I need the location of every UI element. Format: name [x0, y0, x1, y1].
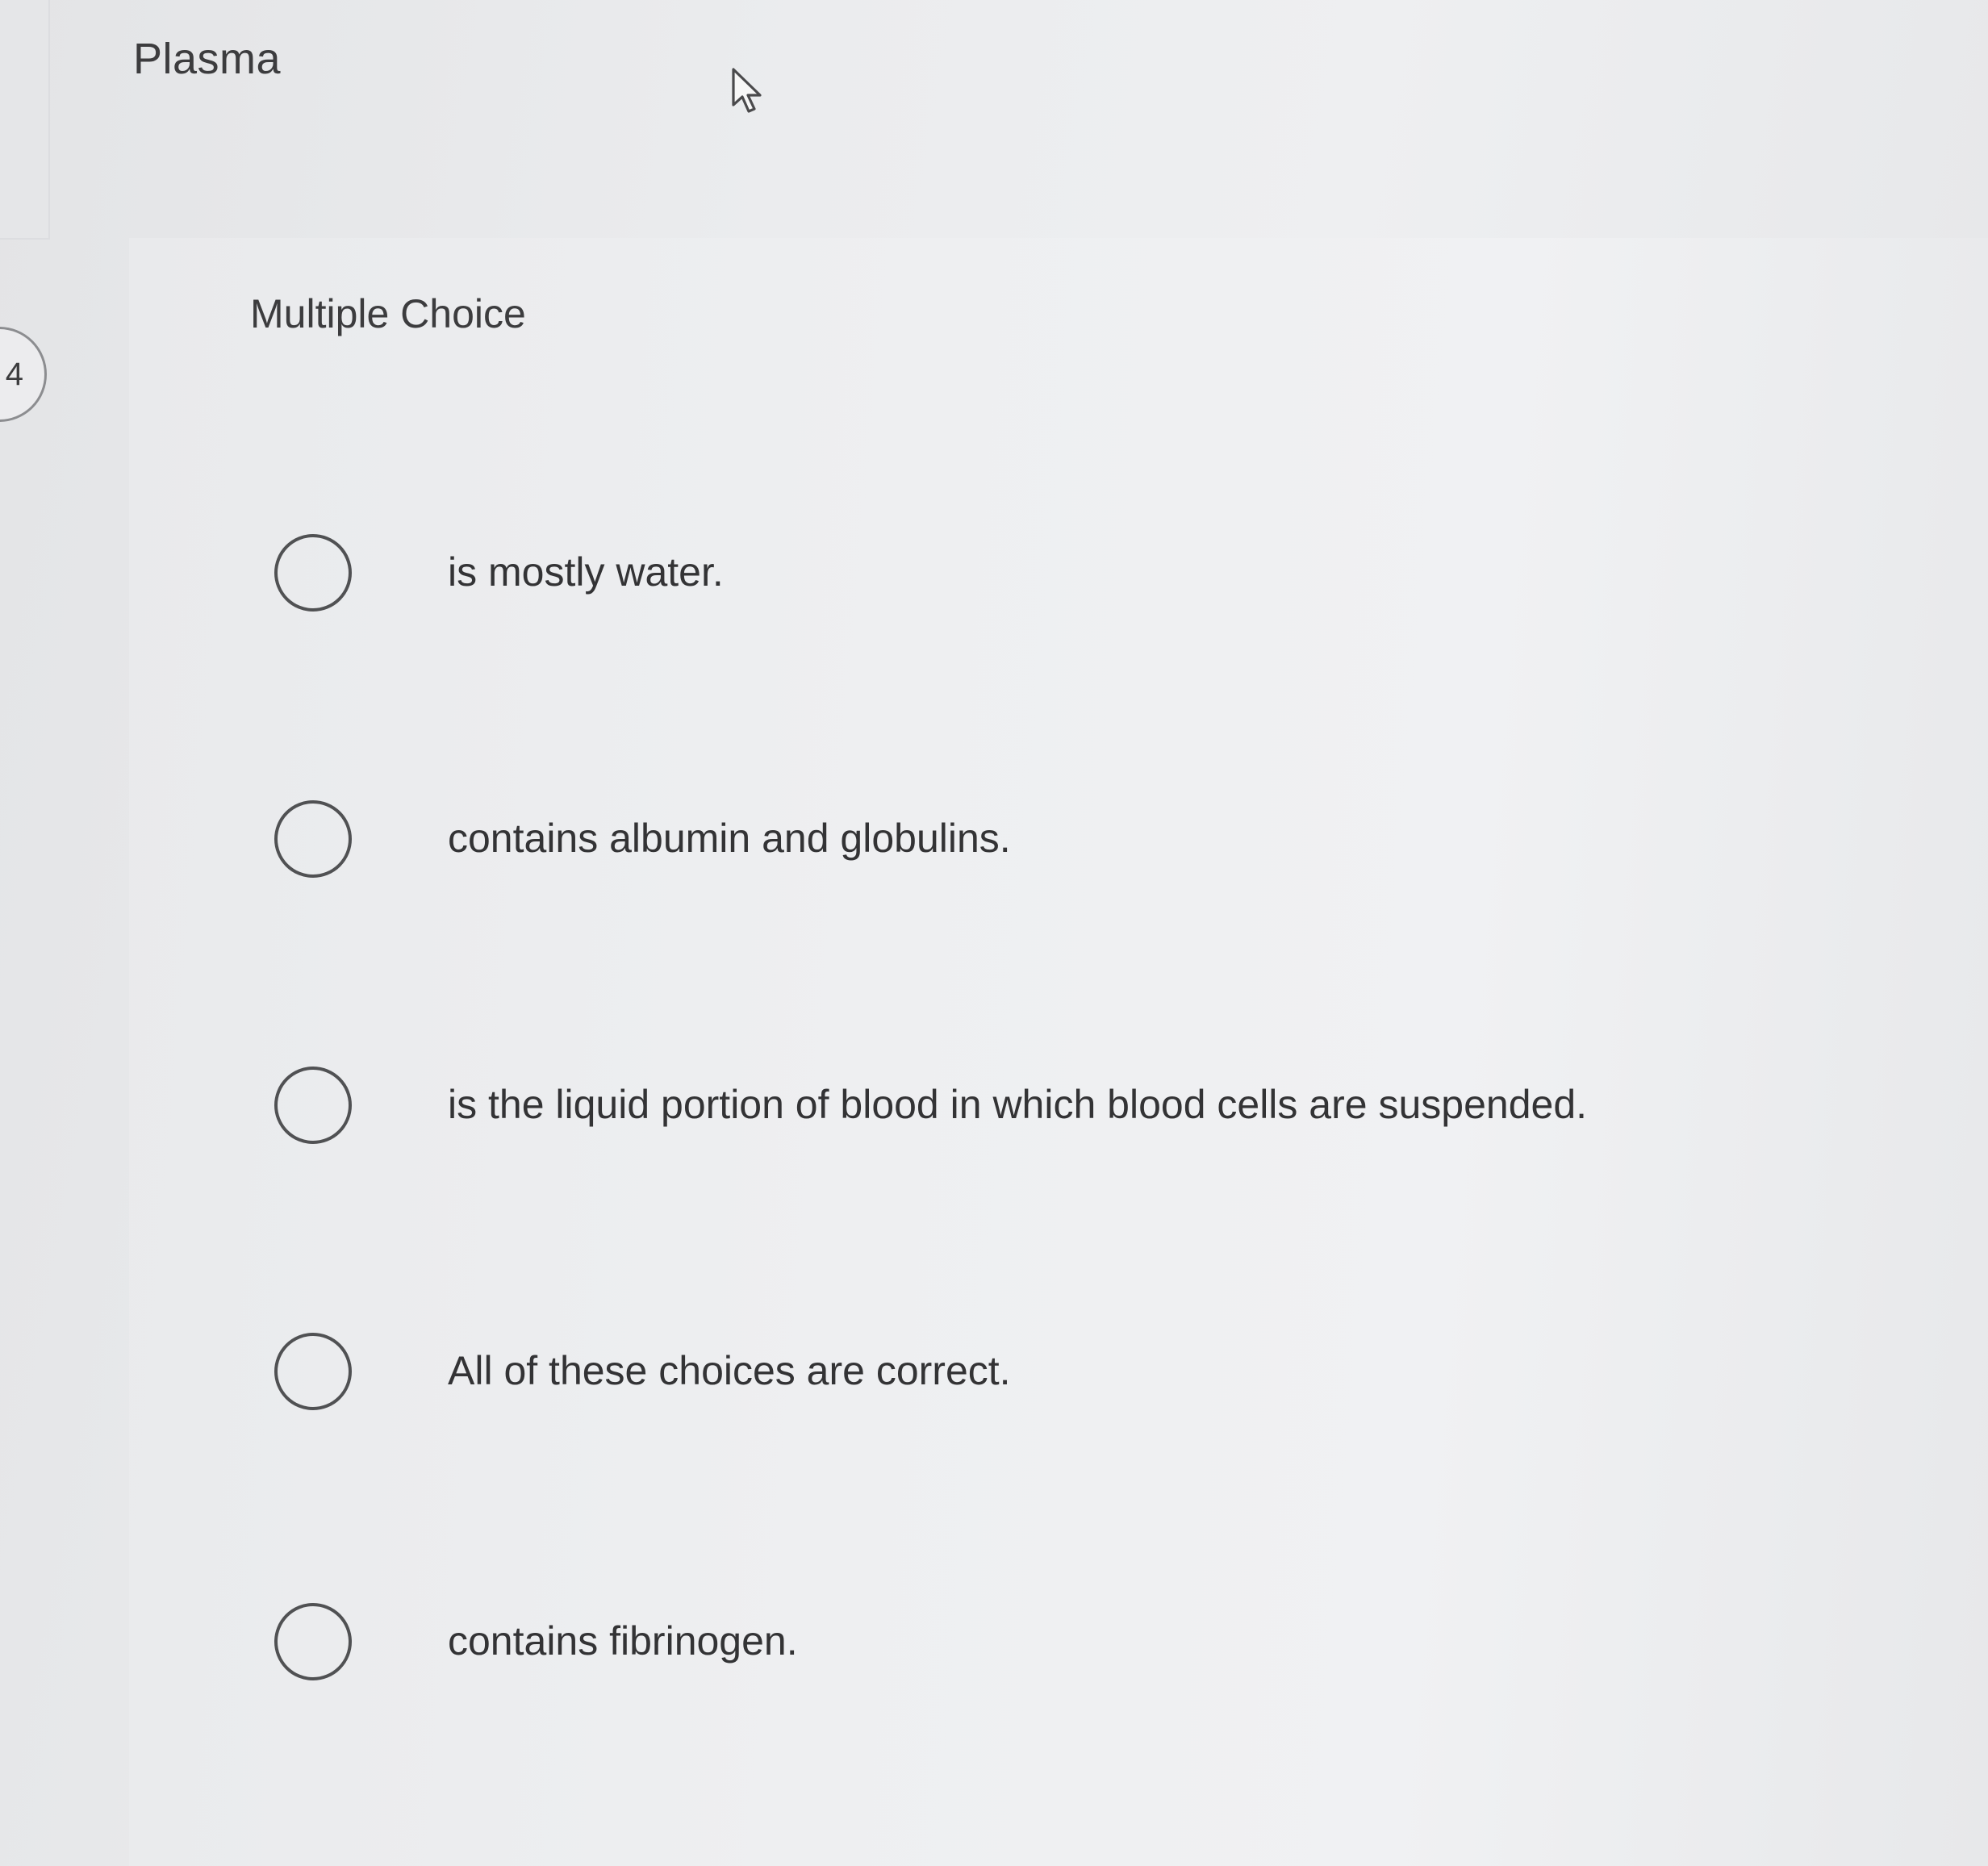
left-panel-edge	[0, 0, 50, 240]
radio-unselected-icon[interactable]	[274, 534, 352, 612]
radio-unselected-icon[interactable]	[274, 800, 352, 878]
radio-unselected-icon[interactable]	[274, 1603, 352, 1680]
radio-unselected-icon[interactable]	[274, 1333, 352, 1410]
answer-choice[interactable]: contains albumin and globulins.	[266, 792, 1799, 889]
mouse-pointer-icon	[732, 68, 762, 113]
radio-unselected-icon[interactable]	[274, 1067, 352, 1144]
answer-choice-label: contains fibrinogen.	[448, 1618, 798, 1664]
question-number: 4	[5, 357, 23, 392]
answer-choice[interactable]: All of these choices are correct.	[266, 1325, 1799, 1421]
answer-choice-label: All of these choices are correct.	[448, 1348, 1011, 1393]
answer-choice-label: contains albumin and globulins.	[448, 816, 1011, 861]
answer-choice-label: is the liquid portion of blood in which …	[448, 1082, 1588, 1127]
question-type-label: Multiple Choice	[250, 291, 526, 336]
answer-choice[interactable]: contains fibrinogen.	[266, 1595, 1799, 1692]
answer-choice[interactable]: is the liquid portion of blood in which …	[266, 1058, 1799, 1155]
question-stem: Plasma	[133, 35, 282, 83]
answer-choice-label: is mostly water.	[448, 549, 724, 595]
answer-choice[interactable]: is mostly water.	[266, 526, 1799, 623]
